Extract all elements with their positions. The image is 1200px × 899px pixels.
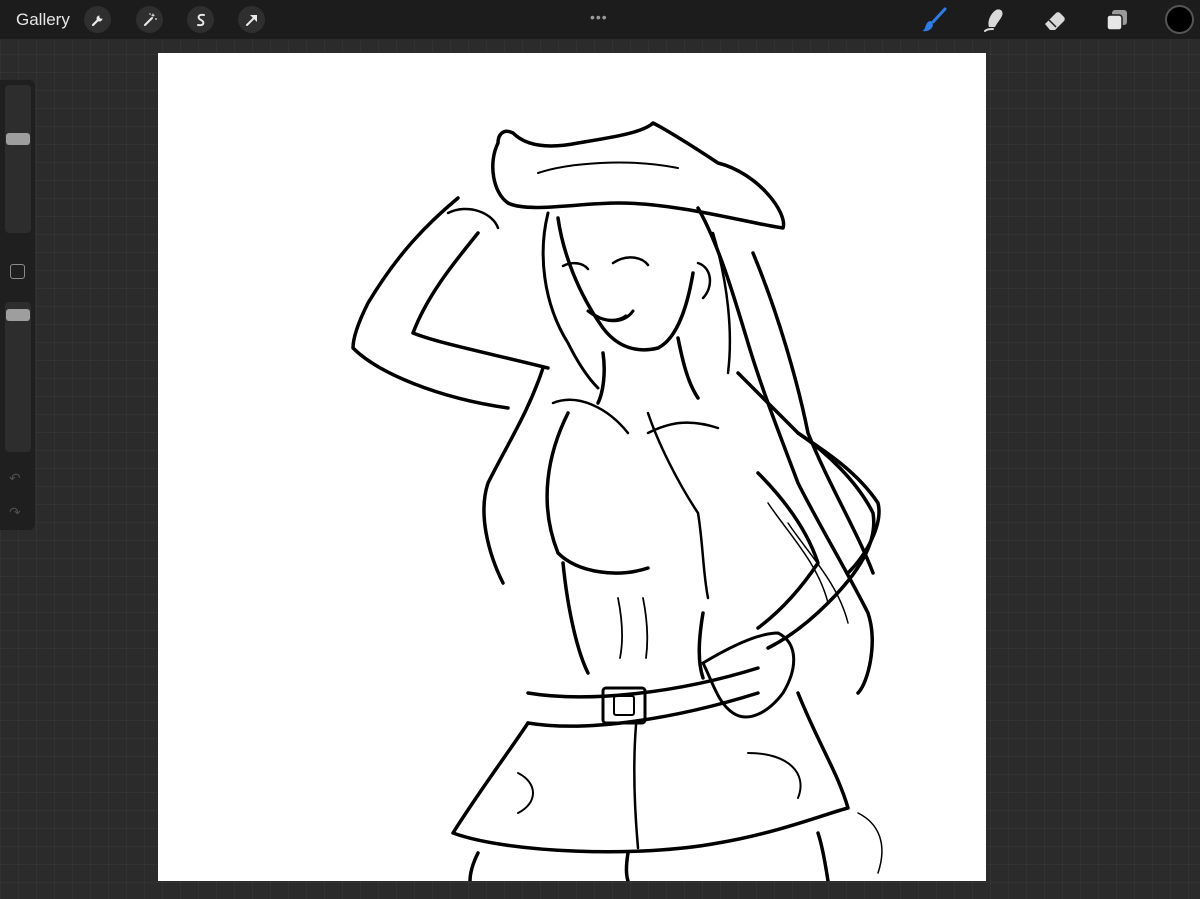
magic-wand-icon [143,12,157,26]
eraser-icon [1045,12,1065,30]
left-sidebar: ↶ ↷ [0,80,35,530]
arrow-icon [245,14,257,26]
top-toolbar: Gallery ••• [0,0,1200,39]
adjustments-button[interactable] [136,6,163,33]
opacity-slider[interactable] [5,302,31,452]
brush-tool-button[interactable] [920,6,948,34]
layers-button[interactable] [1103,6,1131,34]
brush-icon [922,7,947,32]
wrench-icon [91,15,102,26]
undo-icon[interactable]: ↶ [9,470,21,487]
brush-size-thumb[interactable] [6,133,30,145]
sketch-artwork [351,121,883,881]
eraser-tool-button[interactable] [1041,6,1069,34]
selection-button[interactable] [187,6,214,33]
layers-icon [1106,10,1127,31]
transform-button[interactable] [238,6,265,33]
color-picker-button[interactable] [1165,5,1194,34]
redo-icon[interactable]: ↷ [9,504,21,521]
more-menu-icon[interactable]: ••• [590,9,608,25]
selection-icon [196,13,205,26]
smudge-icon [984,9,1003,32]
actions-button[interactable] [84,6,111,33]
gallery-button[interactable]: Gallery [16,10,70,30]
brush-size-slider[interactable] [5,85,31,233]
drawing-canvas[interactable] [158,53,986,881]
modify-button[interactable] [10,264,25,279]
smudge-tool-button[interactable] [980,6,1008,34]
opacity-thumb[interactable] [6,309,30,321]
